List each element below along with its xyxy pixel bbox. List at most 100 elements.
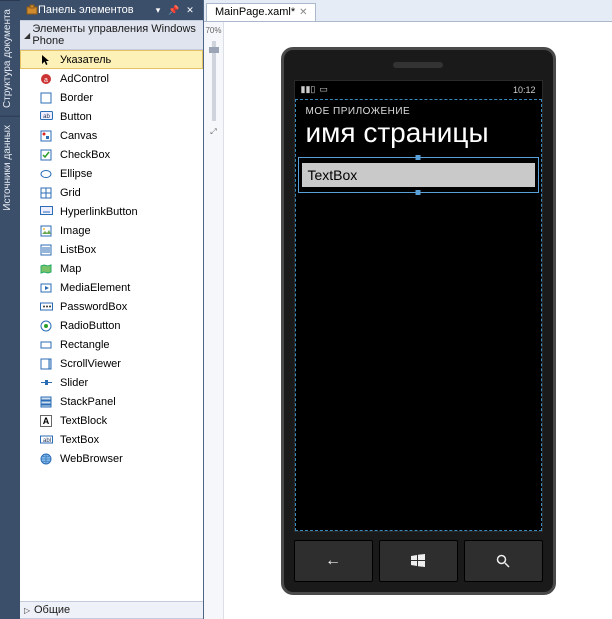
toolbox-item-slider[interactable]: Slider — [20, 373, 203, 392]
fit-icon[interactable]: ⤢ — [210, 127, 216, 137]
stack-icon — [38, 394, 54, 410]
vertical-tab-strip: Структура документа Источники данных — [0, 0, 20, 619]
toolbox-item-label: HyperlinkButton — [60, 206, 138, 218]
search-button[interactable] — [464, 540, 543, 582]
toolbox-item-pointer[interactable]: Указатель — [20, 50, 203, 69]
vertical-tab-structure[interactable]: Структура документа — [0, 0, 20, 116]
toolbox-item-label: TextBox — [60, 434, 99, 446]
close-icon[interactable]: ✕ — [183, 3, 197, 17]
hyperlink-icon — [38, 204, 54, 220]
selection-handles[interactable] — [298, 157, 539, 193]
zoom-thumb[interactable] — [209, 47, 219, 53]
status-time: 10:12 — [513, 85, 536, 95]
pin-icon[interactable]: 📌 — [167, 3, 181, 17]
home-button[interactable] — [379, 540, 458, 582]
toolbox-item-border[interactable]: Border — [20, 88, 203, 107]
toolbox-item-textblock[interactable]: A TextBlock — [20, 411, 203, 430]
toolbox-item-button[interactable]: ab Button — [20, 107, 203, 126]
listbox-icon — [38, 242, 54, 258]
grid-icon — [38, 185, 54, 201]
adcontrol-icon: a — [38, 71, 54, 87]
app-header: МОЕ ПРИЛОЖЕНИЕ имя страницы — [296, 100, 541, 149]
zoom-slider[interactable]: 70% ⤢ — [204, 22, 224, 619]
toolbox-item-mediaelement[interactable]: MediaElement — [20, 278, 203, 297]
page-name-text[interactable]: имя страницы — [306, 117, 531, 149]
rectangle-icon — [38, 337, 54, 353]
textblock-icon: A — [38, 413, 54, 429]
battery-icon: ▭ — [319, 84, 328, 95]
toolbox-item-canvas[interactable]: Canvas — [20, 126, 203, 145]
toolbox-item-rectangle[interactable]: Rectangle — [20, 335, 203, 354]
password-icon — [38, 299, 54, 315]
toolbox-panel: Панель элементов ▾ 📌 ✕ ◢ Элементы управл… — [20, 0, 204, 619]
app-root[interactable]: МОЕ ПРИЛОЖЕНИЕ имя страницы TextBox — [295, 99, 542, 531]
media-icon — [38, 280, 54, 296]
svg-text:A: A — [43, 416, 50, 426]
arrow-left-icon: ← — [325, 552, 341, 570]
svg-text:abl: abl — [43, 438, 51, 444]
toolbox-item-grid[interactable]: Grid — [20, 183, 203, 202]
toolbox-item-webbrowser[interactable]: WebBrowser — [20, 449, 203, 468]
toolbox-group-label: Общие — [34, 604, 70, 616]
toolbox-item-label: Grid — [60, 187, 81, 199]
designer-area: MainPage.xaml* ✕ 70% ⤢ ▮▮▯ ▭ 10:12 — [204, 0, 612, 619]
toolbox-item-stackpanel[interactable]: StackPanel — [20, 392, 203, 411]
toolbox-item-label: StackPanel — [60, 396, 116, 408]
status-bar: ▮▮▯ ▭ 10:12 — [295, 81, 542, 99]
file-tab-mainpage[interactable]: MainPage.xaml* ✕ — [206, 3, 316, 21]
toolbox-item-ellipse[interactable]: Ellipse — [20, 164, 203, 183]
toolbox-group-phone[interactable]: ◢ Элементы управления Windows Phone — [20, 20, 203, 50]
radio-icon — [38, 318, 54, 334]
toolbox-item-passwordbox[interactable]: PasswordBox — [20, 297, 203, 316]
back-button[interactable]: ← — [294, 540, 373, 582]
toolbox-group-common[interactable]: ▷ Общие — [20, 601, 203, 619]
toolbox-item-adcontrol[interactable]: a AdControl — [20, 69, 203, 88]
toolbox-header: Панель элементов ▾ 📌 ✕ — [20, 0, 203, 20]
zoom-label: 70% — [205, 26, 221, 35]
vertical-tab-datasources[interactable]: Источники данных — [0, 116, 20, 219]
hardware-buttons: ← — [294, 540, 543, 582]
map-icon — [38, 261, 54, 277]
image-icon — [38, 223, 54, 239]
button-icon: ab — [38, 109, 54, 125]
toolbox-item-checkbox[interactable]: CheckBox — [20, 145, 203, 164]
toolbox-item-label: Canvas — [60, 130, 97, 142]
toolbox-item-image[interactable]: Image — [20, 221, 203, 240]
app-name-text[interactable]: МОЕ ПРИЛОЖЕНИЕ — [306, 106, 531, 117]
toolbox-item-label: Image — [60, 225, 91, 237]
svg-text:a: a — [44, 77, 48, 84]
toolbox-item-label: ScrollViewer — [60, 358, 121, 370]
toolbox-item-label: CheckBox — [60, 149, 110, 161]
toolbox-item-label: Rectangle — [60, 339, 110, 351]
toolbox-item-label: RadioButton — [60, 320, 121, 332]
phone-screen[interactable]: ▮▮▯ ▭ 10:12 МОЕ ПРИЛОЖЕНИЕ имя страницы … — [294, 80, 543, 532]
toolbox-group-label: Элементы управления Windows Phone — [32, 23, 199, 47]
toolbox-item-label: ListBox — [60, 244, 96, 256]
design-canvas[interactable]: ▮▮▯ ▭ 10:12 МОЕ ПРИЛОЖЕНИЕ имя страницы … — [224, 22, 612, 619]
file-tab-strip: MainPage.xaml* ✕ — [204, 0, 612, 22]
toolbox-item-map[interactable]: Map — [20, 259, 203, 278]
toolbox-item-label: Ellipse — [60, 168, 92, 180]
toolbox-icon — [26, 4, 38, 16]
textbox-selection[interactable]: TextBox — [302, 163, 535, 187]
scroll-icon — [38, 356, 54, 372]
toolbox-item-scrollviewer[interactable]: ScrollViewer — [20, 354, 203, 373]
dropdown-icon[interactable]: ▾ — [151, 3, 165, 17]
toolbox-title: Панель элементов — [38, 4, 149, 16]
toolbox-item-listbox[interactable]: ListBox — [20, 240, 203, 259]
toolbox-item-label: WebBrowser — [60, 453, 123, 465]
signal-icon: ▮▮▯ — [301, 84, 316, 95]
border-icon — [38, 90, 54, 106]
toolbox-item-label: Map — [60, 263, 81, 275]
toolbox-item-label: Button — [60, 111, 92, 123]
file-tab-label: MainPage.xaml* — [215, 6, 295, 18]
toolbox-item-label: Указатель — [60, 54, 111, 66]
toolbox-item-textbox[interactable]: abl TextBox — [20, 430, 203, 449]
toolbox-item-label: Slider — [60, 377, 88, 389]
toolbox-item-hyperlink[interactable]: HyperlinkButton — [20, 202, 203, 221]
toolbox-item-label: AdControl — [60, 73, 109, 85]
toolbox-item-list: Указатель a AdControl Border ab Button C… — [20, 50, 203, 601]
toolbox-item-label: TextBlock — [60, 415, 107, 427]
close-icon[interactable]: ✕ — [299, 7, 307, 18]
toolbox-item-radiobutton[interactable]: RadioButton — [20, 316, 203, 335]
